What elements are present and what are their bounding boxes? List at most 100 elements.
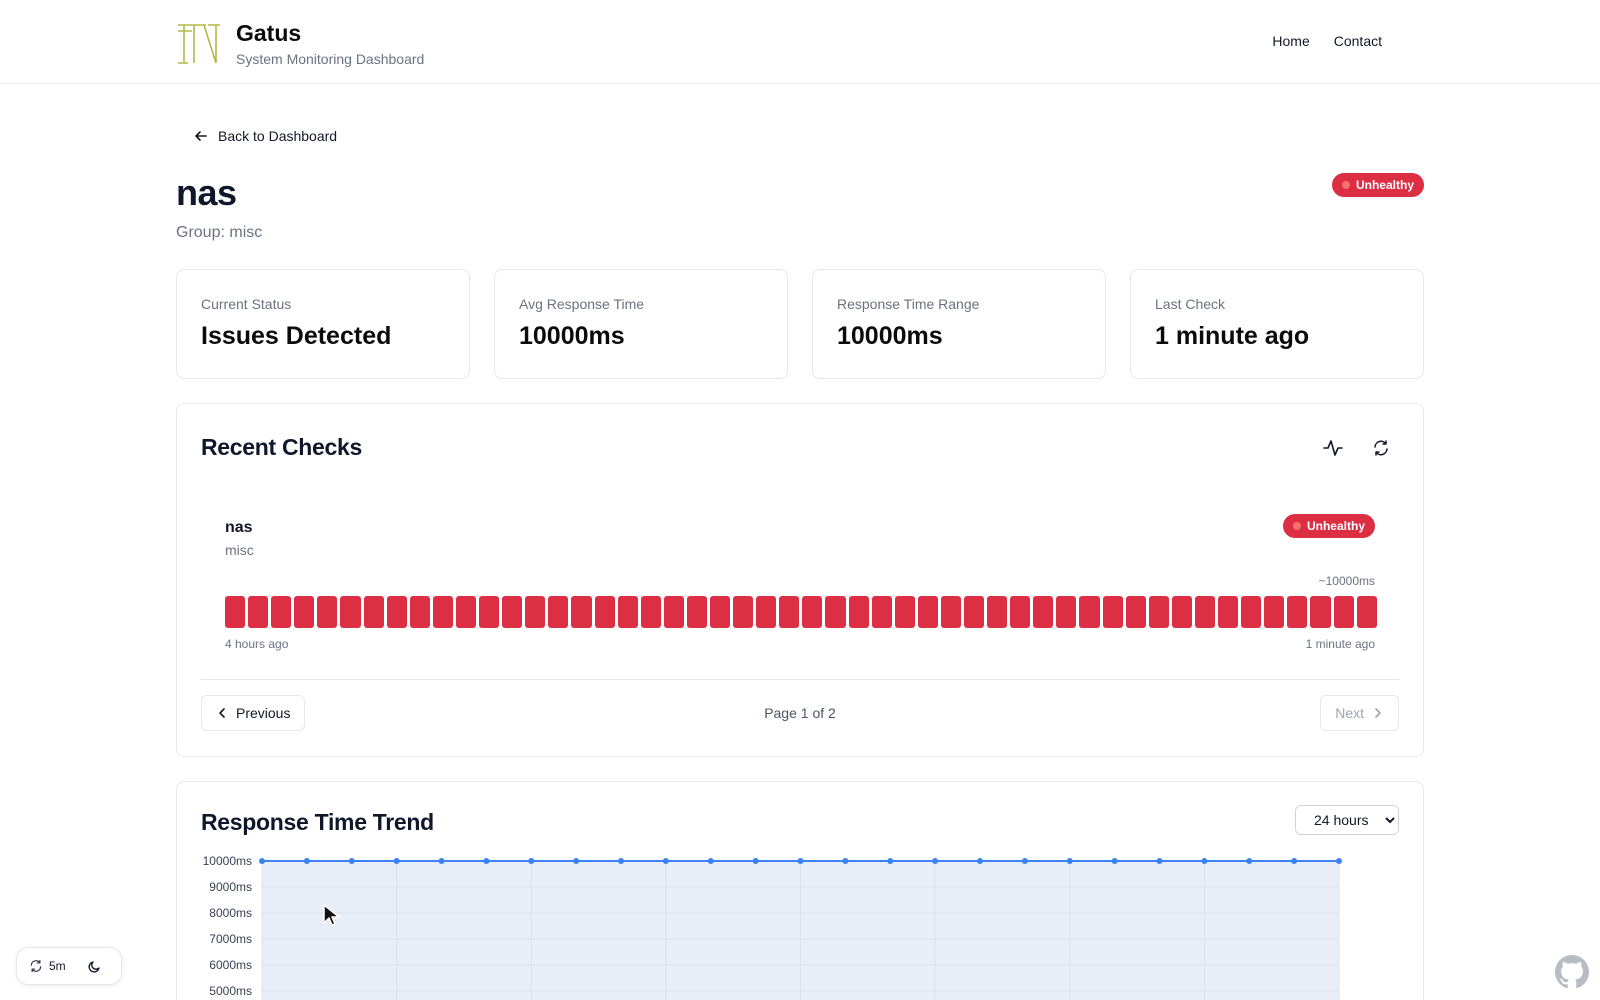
result-bar[interactable] — [479, 596, 500, 628]
chevron-right-icon — [1375, 708, 1381, 718]
theme-toggle-button[interactable] — [88, 959, 102, 973]
result-bars — [225, 596, 1377, 628]
result-bar[interactable] — [686, 596, 707, 628]
result-bar[interactable] — [455, 596, 477, 628]
result-bar[interactable] — [1194, 596, 1216, 628]
result-bar[interactable] — [271, 596, 292, 628]
result-bar[interactable] — [1033, 596, 1054, 628]
endpoint-status-label: Unhealthy — [1306, 519, 1365, 533]
result-bar[interactable] — [432, 596, 453, 628]
data-point — [707, 858, 714, 864]
data-point — [483, 858, 490, 864]
result-bar[interactable] — [1171, 596, 1192, 628]
result-bar[interactable] — [1356, 596, 1377, 628]
result-bar[interactable] — [640, 596, 661, 628]
result-bar[interactable] — [733, 596, 754, 628]
trend-title: Response Time Trend — [201, 809, 434, 835]
data-point — [528, 858, 535, 864]
result-bar[interactable] — [1287, 596, 1308, 628]
data-point — [662, 858, 669, 864]
auto-refresh-button[interactable]: 5m — [25, 959, 70, 973]
result-bar[interactable] — [1102, 596, 1123, 628]
refresh-button[interactable] — [1365, 432, 1397, 464]
stat-card-last-check: Last Check 1 minute ago — [1130, 269, 1424, 379]
result-bar[interactable] — [848, 596, 869, 628]
status-dot-icon — [1341, 181, 1350, 189]
arrow-left-icon — [195, 131, 207, 141]
oldest-timestamp: 4 hours ago — [225, 637, 289, 651]
stat-card-avg-response-time: Avg Response Time 10000ms — [494, 269, 788, 379]
result-bar[interactable] — [894, 596, 915, 628]
y-tick-label: 9000ms — [209, 880, 252, 894]
result-bar[interactable] — [548, 596, 569, 628]
result-bar[interactable] — [294, 596, 315, 628]
result-bar[interactable] — [940, 596, 961, 628]
result-bar[interactable] — [1333, 596, 1354, 628]
result-bar[interactable] — [1056, 596, 1077, 628]
result-bar[interactable] — [317, 596, 338, 628]
result-bar[interactable] — [1310, 596, 1331, 628]
result-bar[interactable] — [225, 596, 246, 628]
github-icon[interactable] — [1555, 955, 1589, 989]
result-bar[interactable] — [1010, 596, 1031, 628]
refresh-widget: 5m — [16, 947, 122, 985]
recent-checks-card: Recent Checks nas misc Unhealthy ~10000m… — [176, 403, 1424, 757]
data-point — [932, 858, 939, 864]
result-bar[interactable] — [363, 596, 384, 628]
result-bar[interactable] — [409, 596, 430, 628]
y-tick-label: 10000ms — [203, 856, 252, 868]
page-title: nas — [176, 172, 237, 213]
data-point — [977, 858, 983, 864]
data-point — [618, 858, 624, 864]
result-bar[interactable] — [617, 596, 638, 628]
result-bar[interactable] — [1079, 596, 1100, 628]
result-bar[interactable] — [1148, 596, 1169, 628]
data-point — [797, 858, 804, 864]
data-point — [393, 858, 400, 864]
result-bar[interactable] — [1218, 596, 1239, 628]
activity-button[interactable] — [1317, 432, 1349, 464]
stat-value: 1 minute ago — [1155, 322, 1310, 350]
newest-timestamp: 1 minute ago — [1305, 637, 1375, 651]
response-time-trend-card: Response Time Trend 24 hours 10000ms 9000… — [176, 781, 1424, 1000]
result-bar[interactable] — [663, 596, 684, 628]
back-link-label: Back to Dashboard — [218, 128, 338, 144]
result-bar[interactable] — [340, 596, 361, 628]
brand[interactable]: Gatus System Monitoring Dashboard — [176, 20, 424, 67]
result-bar[interactable] — [709, 596, 731, 628]
mouse-cursor-icon — [323, 904, 340, 926]
result-bar[interactable] — [964, 596, 985, 628]
time-range-select[interactable]: 24 hours — [1295, 805, 1399, 835]
result-bar[interactable] — [802, 596, 823, 628]
chevron-left-icon — [219, 708, 225, 718]
result-bar[interactable] — [594, 596, 615, 628]
result-bar[interactable] — [571, 596, 592, 628]
main-nav: Home Contact — [1270, 33, 1384, 49]
result-bar[interactable] — [756, 596, 777, 628]
next-button[interactable]: Next — [1320, 695, 1399, 731]
result-bar[interactable] — [525, 596, 546, 628]
result-bar[interactable] — [917, 596, 938, 628]
result-bar[interactable] — [1264, 596, 1285, 628]
endpoint-group: misc — [225, 542, 254, 558]
data-point — [1291, 858, 1298, 864]
data-point — [842, 858, 849, 864]
result-bar[interactable] — [1125, 596, 1146, 628]
result-bar[interactable] — [502, 596, 523, 628]
stat-label: Last Check — [1155, 296, 1226, 312]
brand-subtitle: System Monitoring Dashboard — [236, 51, 425, 67]
stats-row: Current Status Issues Detected Avg Respo… — [176, 269, 1424, 379]
result-bar[interactable] — [871, 596, 892, 628]
previous-button[interactable]: Previous — [201, 695, 306, 731]
result-bar[interactable] — [825, 596, 846, 628]
result-bar[interactable] — [1241, 596, 1262, 628]
y-tick-label: 7000ms — [209, 932, 252, 946]
result-bar[interactable] — [248, 596, 269, 628]
nav-home-link[interactable]: Home — [1270, 33, 1311, 49]
result-bar[interactable] — [987, 596, 1008, 628]
back-to-dashboard-link[interactable]: Back to Dashboard — [190, 124, 341, 148]
result-bar[interactable] — [386, 596, 407, 628]
result-bar[interactable] — [779, 596, 800, 628]
next-label: Next — [1335, 705, 1364, 721]
nav-contact-link[interactable]: Contact — [1332, 33, 1384, 49]
